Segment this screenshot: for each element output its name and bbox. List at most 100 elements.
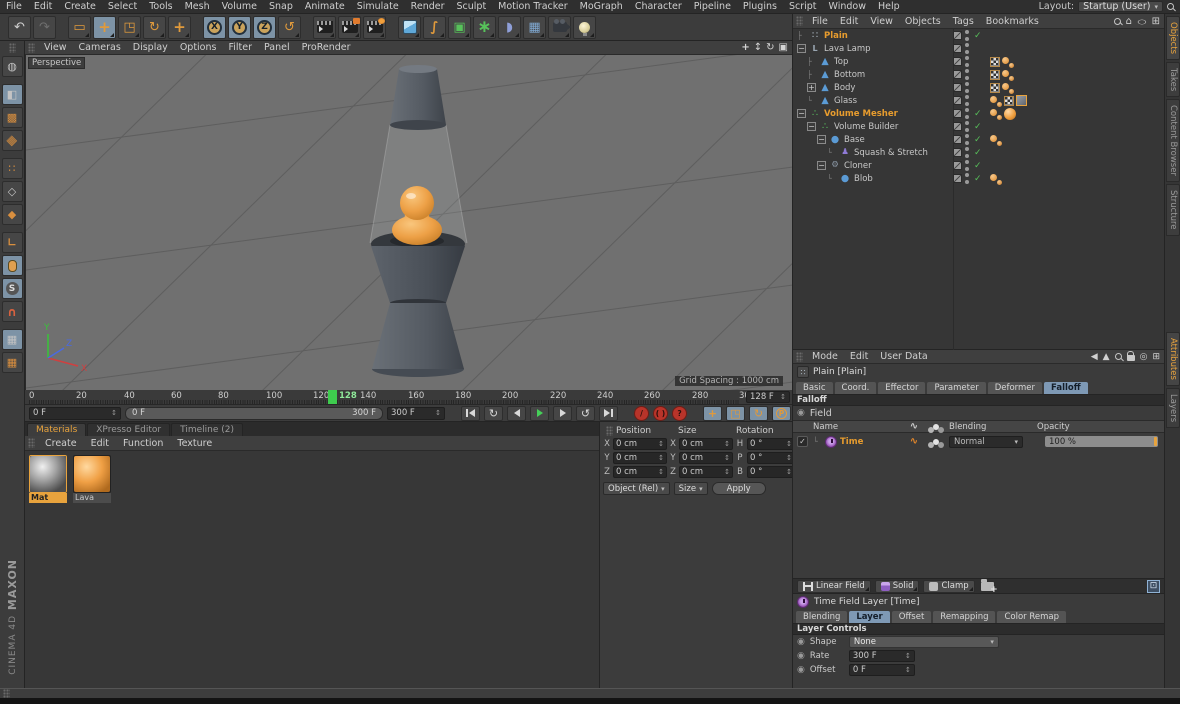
enabled-check-icon[interactable]: ✓	[974, 148, 984, 158]
layer-chip[interactable]	[953, 148, 962, 157]
layer-chip[interactable]	[953, 31, 962, 40]
viewport-zoom-icon[interactable]: ↕	[754, 42, 762, 53]
stepper-icon[interactable]: ↕	[435, 409, 441, 417]
attr-search-icon[interactable]	[1115, 353, 1122, 360]
layer-chip[interactable]	[953, 161, 962, 170]
menu-item[interactable]: Mesh	[179, 1, 216, 12]
clamp-modifier-button[interactable]: Clamp	[923, 580, 974, 593]
stepper-icon[interactable]: ↕	[780, 393, 786, 401]
workplane-align-button[interactable]: ▦	[2, 352, 23, 373]
coord-mode-select[interactable]: Object (Rel)▾	[603, 482, 670, 495]
spline-pen-button[interactable]: ∫	[423, 16, 446, 39]
record-keyframe-button[interactable]: /	[634, 406, 649, 421]
materials-menu-item[interactable]: Function	[116, 438, 170, 449]
shape-select[interactable]: None▾	[849, 636, 999, 648]
preview-range-slider[interactable]: 0 F 300 F	[125, 407, 383, 420]
stepper-icon[interactable]: ↕	[724, 440, 730, 448]
menu-item[interactable]: Tools	[143, 1, 178, 12]
mograph-cloner-button[interactable]: ∗	[473, 16, 496, 39]
stepper-icon[interactable]: ↕	[905, 666, 911, 674]
workplane-mode-button[interactable]: ▦	[2, 130, 23, 151]
opacity-column-header[interactable]: Opacity	[1037, 422, 1164, 432]
layer-chip[interactable]	[953, 83, 962, 92]
viewport-menu-item[interactable]: Display	[127, 42, 174, 53]
attr-menu-item[interactable]: User Data	[874, 351, 933, 362]
object-row-volume-mesher[interactable]: −∴Volume Mesher ✓	[793, 107, 1164, 120]
live-selection-button[interactable]: ▭	[68, 16, 91, 39]
om-menu-item[interactable]: Bookmarks	[980, 16, 1045, 27]
enabled-check-icon[interactable]: ✓	[974, 122, 984, 132]
stepper-icon[interactable]: ↕	[658, 454, 664, 462]
range-start-field[interactable]: 0 F ↕	[29, 407, 121, 420]
rot-p-field[interactable]: 0 °↕	[747, 452, 795, 464]
make-editable-button[interactable]: ◍	[2, 56, 23, 77]
viewport-canvas[interactable]: Y X Z Perspective Grid Spacing : 1000 cm	[25, 55, 792, 390]
lock-icon[interactable]	[1127, 355, 1135, 361]
field-layer-row-time[interactable]: ✓ └Time ∿ Normal▾ 100 %	[793, 433, 1164, 450]
stepper-icon[interactable]: ↕	[724, 468, 730, 476]
phong-tag-icon[interactable]	[1002, 56, 1014, 68]
last-tool-button[interactable]: +	[168, 16, 191, 39]
lava-material-tag-icon[interactable]	[1004, 108, 1016, 120]
move-tool-button[interactable]: +	[93, 16, 116, 39]
redo-button[interactable]: ↷	[33, 16, 56, 39]
viewport-rotate-icon[interactable]: ↻	[766, 42, 774, 53]
menu-item[interactable]: Edit	[28, 1, 58, 12]
selected-material-tag-icon[interactable]	[1016, 95, 1027, 106]
blending-select[interactable]: Normal▾	[949, 436, 1023, 448]
size-x-field[interactable]: 0 cm↕	[679, 438, 733, 450]
visibility-dots[interactable]	[965, 147, 970, 158]
render-settings-button[interactable]	[363, 16, 386, 39]
tab-deformer[interactable]: Deformer	[988, 382, 1042, 394]
menu-item[interactable]: Sculpt	[451, 1, 493, 12]
coords-grip[interactable]	[606, 426, 613, 436]
polygons-mode-button[interactable]: ◆	[2, 204, 23, 225]
viewport-pan-icon[interactable]: +	[741, 42, 749, 53]
enabled-check-icon[interactable]: ✓	[974, 109, 984, 119]
blending-column-header[interactable]: Blending	[949, 422, 1037, 432]
texture-mode-button[interactable]: ▩	[2, 107, 23, 128]
phong-tag-icon[interactable]	[990, 108, 1002, 120]
status-grip[interactable]	[3, 689, 10, 699]
rot-b-field[interactable]: 0 °↕	[747, 466, 795, 478]
undo-button[interactable]: ↶	[8, 16, 31, 39]
tweak-mode-button[interactable]	[2, 255, 23, 276]
enable-axis-button[interactable]: ∟	[2, 232, 23, 253]
object-row-top[interactable]: ├▲Top	[793, 55, 1164, 68]
snap-toggle-button[interactable]: S	[2, 278, 23, 299]
menu-item[interactable]: MoGraph	[574, 1, 629, 12]
tab-effector[interactable]: Effector	[878, 382, 925, 394]
name-column-header[interactable]: Name	[813, 422, 905, 432]
layer-chip[interactable]	[953, 57, 962, 66]
menu-item[interactable]: Help	[872, 1, 906, 12]
texture-tag-icon[interactable]	[990, 57, 1000, 67]
menu-item[interactable]: Volume	[216, 1, 263, 12]
coordinate-system-button[interactable]: ↺	[278, 16, 301, 39]
tab-xpresso-editor[interactable]: XPresso Editor	[87, 423, 170, 436]
visibility-dots[interactable]	[965, 173, 970, 184]
side-tab-structure[interactable]: Structure	[1166, 184, 1180, 236]
layer-controls-header[interactable]: Layer Controls	[793, 623, 1164, 635]
subdivision-surface-button[interactable]: ▣	[448, 16, 471, 39]
render-view-button[interactable]	[313, 16, 336, 39]
om-menu-item[interactable]: Tags	[947, 16, 980, 27]
layer-chip[interactable]	[953, 109, 962, 118]
visibility-dots[interactable]	[965, 69, 970, 80]
menu-item[interactable]: Simulate	[351, 1, 405, 12]
object-row-body[interactable]: +▲Body	[793, 81, 1164, 94]
attr-grip[interactable]	[796, 352, 803, 362]
pos-x-field[interactable]: 0 cm↕	[613, 438, 667, 450]
key-scale-toggle[interactable]: ◳	[726, 406, 745, 421]
add-folder-icon[interactable]	[981, 582, 994, 591]
menu-item[interactable]: Render	[405, 1, 451, 12]
collapse-toggle[interactable]: −	[797, 44, 806, 53]
toolbar-grip[interactable]	[9, 43, 16, 53]
timeline-ruler[interactable]: 0204060801001201401601802002202402602803…	[25, 390, 792, 405]
edges-mode-button[interactable]: ◇	[2, 181, 23, 202]
menu-item[interactable]: Pipeline	[688, 1, 737, 12]
lock-y-axis-button[interactable]: Y	[228, 16, 251, 39]
opacity-slider[interactable]: 100 %	[1045, 436, 1158, 447]
keyframe-selection-button[interactable]: ?	[672, 406, 687, 421]
enabled-check-icon[interactable]: ✓	[974, 31, 984, 41]
view-label[interactable]: Perspective	[28, 57, 85, 69]
